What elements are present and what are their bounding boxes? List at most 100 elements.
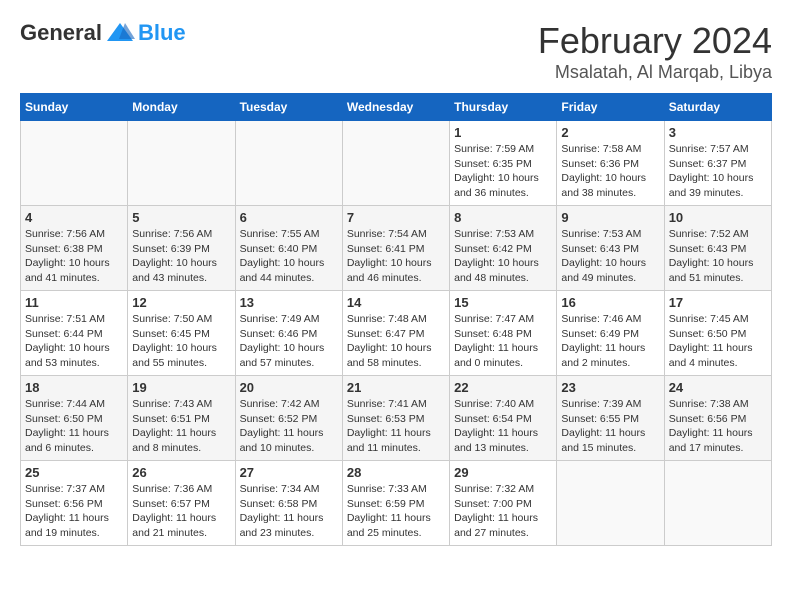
day-info: Sunrise: 7:38 AM Sunset: 6:56 PM Dayligh…: [669, 397, 767, 456]
logo: General Blue: [20, 20, 186, 46]
day-number: 4: [25, 210, 123, 225]
calendar-week-row: 4Sunrise: 7:56 AM Sunset: 6:38 PM Daylig…: [21, 206, 772, 291]
day-number: 18: [25, 380, 123, 395]
day-number: 7: [347, 210, 445, 225]
calendar-title: February 2024: [538, 20, 772, 62]
day-info: Sunrise: 7:46 AM Sunset: 6:49 PM Dayligh…: [561, 312, 659, 371]
calendar-cell: 13 Sunrise: 7:49 AM Sunset: 6:46 PM Dayli…: [235, 291, 342, 376]
weekday-header-friday: Friday: [557, 94, 664, 121]
calendar-table: SundayMondayTuesdayWednesdayThursdayFrid…: [20, 93, 772, 546]
day-info: Sunrise: 7:36 AM Sunset: 6:57 PM Dayligh…: [132, 482, 230, 541]
calendar-cell: 28Sunrise: 7:33 AM Sunset: 6:59 PM Dayli…: [342, 461, 449, 546]
day-number: 1: [454, 125, 552, 140]
day-info: Sunrise: 7:53 AM Sunset: 6:43 PM Dayligh…: [561, 227, 659, 286]
logo-blue-text: Blue: [138, 20, 186, 46]
weekday-header-thursday: Thursday: [450, 94, 557, 121]
calendar-cell: 8 Sunrise: 7:53 AM Sunset: 6:42 PM Daylig…: [450, 206, 557, 291]
calendar-cell: 24 Sunrise: 7:38 AM Sunset: 6:56 PM Dayli…: [664, 376, 771, 461]
logo-general-text: General: [20, 20, 102, 46]
calendar-cell: 2 Sunrise: 7:58 AM Sunset: 6:36 PM Daylig…: [557, 121, 664, 206]
calendar-week-row: 18 Sunrise: 7:44 AM Sunset: 6:50 PM Dayli…: [21, 376, 772, 461]
calendar-cell: 16 Sunrise: 7:46 AM Sunset: 6:49 PM Dayli…: [557, 291, 664, 376]
calendar-cell: 27 Sunrise: 7:34 AM Sunset: 6:58 PM Dayli…: [235, 461, 342, 546]
calendar-cell: 23Sunrise: 7:39 AM Sunset: 6:55 PM Dayli…: [557, 376, 664, 461]
day-info: Sunrise: 7:56 AM Sunset: 6:39 PM Dayligh…: [132, 227, 230, 286]
calendar-cell: 17Sunrise: 7:45 AM Sunset: 6:50 PM Dayli…: [664, 291, 771, 376]
day-info: Sunrise: 7:34 AM Sunset: 6:58 PM Dayligh…: [240, 482, 338, 541]
day-info: Sunrise: 7:57 AM Sunset: 6:37 PM Dayligh…: [669, 142, 767, 201]
calendar-cell: 20 Sunrise: 7:42 AM Sunset: 6:52 PM Dayli…: [235, 376, 342, 461]
day-info: Sunrise: 7:59 AM Sunset: 6:35 PM Dayligh…: [454, 142, 552, 201]
day-info: Sunrise: 7:53 AM Sunset: 6:42 PM Dayligh…: [454, 227, 552, 286]
day-info: Sunrise: 7:48 AM Sunset: 6:47 PM Dayligh…: [347, 312, 445, 371]
day-number: 29: [454, 465, 552, 480]
calendar-cell: 19Sunrise: 7:43 AM Sunset: 6:51 PM Dayli…: [128, 376, 235, 461]
calendar-cell: 25Sunrise: 7:37 AM Sunset: 6:56 PM Dayli…: [21, 461, 128, 546]
calendar-cell: 12 Sunrise: 7:50 AM Sunset: 6:45 PM Dayli…: [128, 291, 235, 376]
day-info: Sunrise: 7:52 AM Sunset: 6:43 PM Dayligh…: [669, 227, 767, 286]
day-number: 8: [454, 210, 552, 225]
day-info: Sunrise: 7:32 AM Sunset: 7:00 PM Dayligh…: [454, 482, 552, 541]
calendar-cell: 11 Sunrise: 7:51 AM Sunset: 6:44 PM Dayli…: [21, 291, 128, 376]
day-number: 13: [240, 295, 338, 310]
day-info: Sunrise: 7:49 AM Sunset: 6:46 PM Dayligh…: [240, 312, 338, 371]
day-info: Sunrise: 7:51 AM Sunset: 6:44 PM Dayligh…: [25, 312, 123, 371]
calendar-week-row: 25Sunrise: 7:37 AM Sunset: 6:56 PM Dayli…: [21, 461, 772, 546]
calendar-cell: 1 Sunrise: 7:59 AM Sunset: 6:35 PM Daylig…: [450, 121, 557, 206]
day-number: 3: [669, 125, 767, 140]
calendar-cell: 5 Sunrise: 7:56 AM Sunset: 6:39 PM Daylig…: [128, 206, 235, 291]
calendar-cell: 9 Sunrise: 7:53 AM Sunset: 6:43 PM Daylig…: [557, 206, 664, 291]
day-number: 2: [561, 125, 659, 140]
calendar-cell: 3 Sunrise: 7:57 AM Sunset: 6:37 PM Daylig…: [664, 121, 771, 206]
weekday-header-wednesday: Wednesday: [342, 94, 449, 121]
day-info: Sunrise: 7:33 AM Sunset: 6:59 PM Dayligh…: [347, 482, 445, 541]
title-section: February 2024 Msalatah, Al Marqab, Libya: [538, 20, 772, 83]
day-number: 27: [240, 465, 338, 480]
weekday-header-monday: Monday: [128, 94, 235, 121]
calendar-cell: 7Sunrise: 7:54 AM Sunset: 6:41 PM Daylig…: [342, 206, 449, 291]
day-info: Sunrise: 7:55 AM Sunset: 6:40 PM Dayligh…: [240, 227, 338, 286]
day-info: Sunrise: 7:44 AM Sunset: 6:50 PM Dayligh…: [25, 397, 123, 456]
calendar-cell: [557, 461, 664, 546]
day-info: Sunrise: 7:58 AM Sunset: 6:36 PM Dayligh…: [561, 142, 659, 201]
day-number: 15: [454, 295, 552, 310]
weekday-header-saturday: Saturday: [664, 94, 771, 121]
calendar-cell: [128, 121, 235, 206]
calendar-cell: [21, 121, 128, 206]
weekday-header-row: SundayMondayTuesdayWednesdayThursdayFrid…: [21, 94, 772, 121]
day-number: 12: [132, 295, 230, 310]
day-number: 26: [132, 465, 230, 480]
day-number: 21: [347, 380, 445, 395]
calendar-cell: 21 Sunrise: 7:41 AM Sunset: 6:53 PM Dayli…: [342, 376, 449, 461]
calendar-cell: [664, 461, 771, 546]
weekday-header-sunday: Sunday: [21, 94, 128, 121]
logo-icon: [105, 21, 135, 45]
day-number: 16: [561, 295, 659, 310]
calendar-cell: 29 Sunrise: 7:32 AM Sunset: 7:00 PM Dayli…: [450, 461, 557, 546]
day-info: Sunrise: 7:47 AM Sunset: 6:48 PM Dayligh…: [454, 312, 552, 371]
day-number: 22: [454, 380, 552, 395]
calendar-subtitle: Msalatah, Al Marqab, Libya: [538, 62, 772, 83]
calendar-cell: 22Sunrise: 7:40 AM Sunset: 6:54 PM Dayli…: [450, 376, 557, 461]
calendar-cell: [235, 121, 342, 206]
calendar-cell: 15 Sunrise: 7:47 AM Sunset: 6:48 PM Dayli…: [450, 291, 557, 376]
calendar-cell: 18 Sunrise: 7:44 AM Sunset: 6:50 PM Dayli…: [21, 376, 128, 461]
weekday-header-tuesday: Tuesday: [235, 94, 342, 121]
page-header: General Blue February 2024 Msalatah, Al …: [20, 20, 772, 83]
day-number: 10: [669, 210, 767, 225]
calendar-week-row: 11 Sunrise: 7:51 AM Sunset: 6:44 PM Dayli…: [21, 291, 772, 376]
calendar-cell: 4Sunrise: 7:56 AM Sunset: 6:38 PM Daylig…: [21, 206, 128, 291]
day-info: Sunrise: 7:41 AM Sunset: 6:53 PM Dayligh…: [347, 397, 445, 456]
day-number: 9: [561, 210, 659, 225]
day-info: Sunrise: 7:50 AM Sunset: 6:45 PM Dayligh…: [132, 312, 230, 371]
calendar-cell: 26 Sunrise: 7:36 AM Sunset: 6:57 PM Dayli…: [128, 461, 235, 546]
day-number: 11: [25, 295, 123, 310]
day-info: Sunrise: 7:39 AM Sunset: 6:55 PM Dayligh…: [561, 397, 659, 456]
calendar-cell: 14 Sunrise: 7:48 AM Sunset: 6:47 PM Dayli…: [342, 291, 449, 376]
day-number: 17: [669, 295, 767, 310]
day-number: 5: [132, 210, 230, 225]
day-number: 14: [347, 295, 445, 310]
day-info: Sunrise: 7:42 AM Sunset: 6:52 PM Dayligh…: [240, 397, 338, 456]
day-number: 24: [669, 380, 767, 395]
day-number: 20: [240, 380, 338, 395]
